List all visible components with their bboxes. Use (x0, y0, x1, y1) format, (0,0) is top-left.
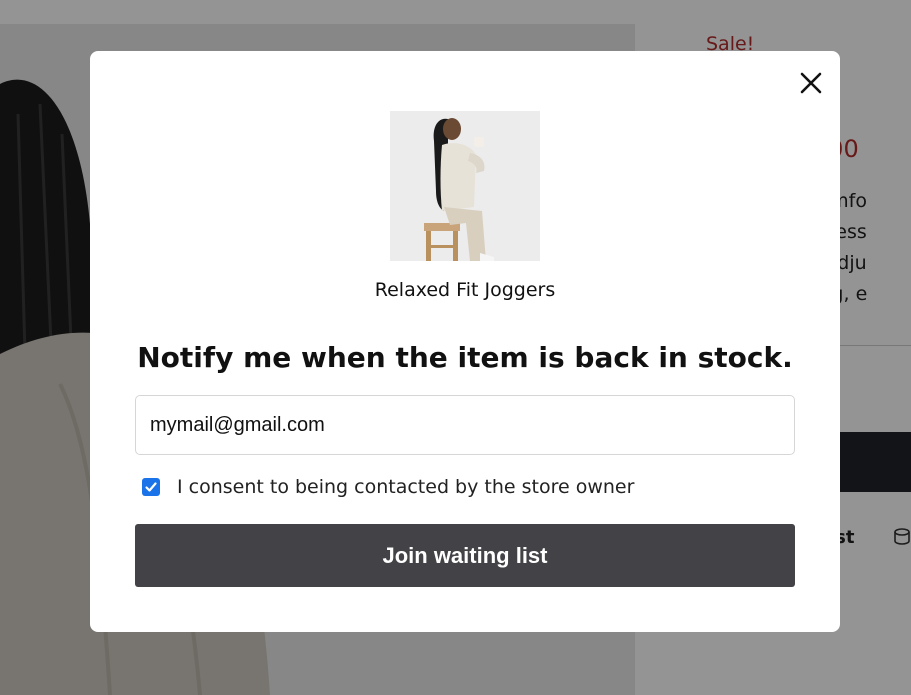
consent-label: I consent to being contacted by the stor… (177, 476, 635, 498)
product-name: Relaxed Fit Joggers (374, 279, 556, 301)
close-icon (800, 72, 822, 94)
consent-row: I consent to being contacted by the stor… (142, 476, 634, 498)
back-in-stock-modal: Relaxed Fit Joggers Notify me when the i… (90, 51, 840, 632)
consent-checkbox[interactable] (142, 478, 160, 496)
modal-headline: Notify me when the item is back in stock… (137, 341, 793, 374)
checkmark-icon (145, 482, 157, 492)
email-input[interactable] (135, 395, 795, 455)
join-waiting-list-button[interactable]: Join waiting list (135, 524, 795, 587)
close-button[interactable] (796, 68, 826, 98)
product-thumbnail (390, 111, 540, 261)
